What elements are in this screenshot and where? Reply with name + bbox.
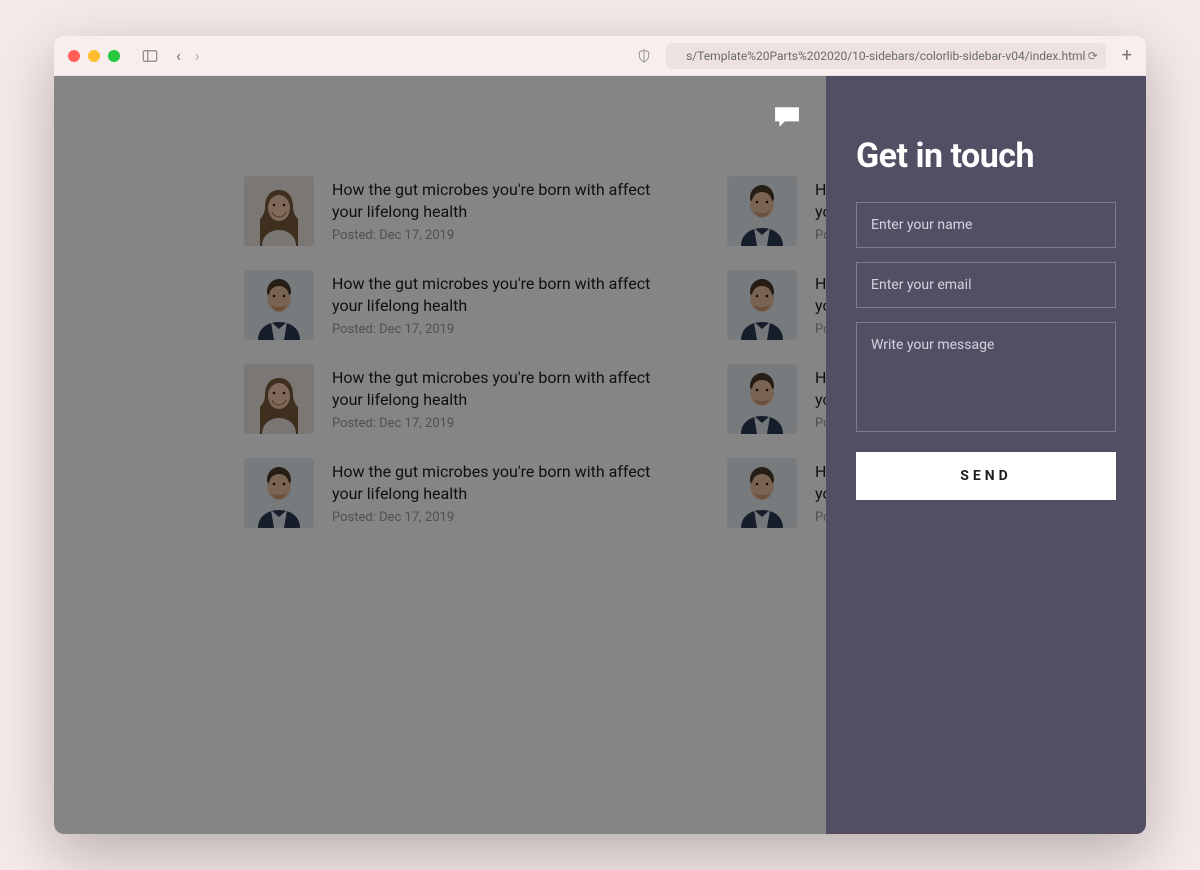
chat-icon	[774, 106, 800, 128]
send-button[interactable]: SEND	[856, 452, 1116, 500]
titlebar: ‹ › s/Template%20Parts%202020/10-sidebar…	[54, 36, 1146, 76]
forward-button[interactable]: ›	[195, 46, 200, 65]
nav-buttons: ‹ ›	[176, 46, 200, 65]
contact-sidebar: Get in touch SEND	[826, 76, 1146, 834]
back-button[interactable]: ‹	[176, 46, 181, 65]
sidebar-toggle-icon[interactable]	[138, 44, 162, 68]
chat-toggle-button[interactable]	[774, 106, 800, 128]
url-text: s/Template%20Parts%202020/10-sidebars/co…	[686, 49, 1085, 63]
shield-icon[interactable]	[632, 44, 656, 68]
message-input[interactable]	[856, 322, 1116, 432]
name-input[interactable]	[856, 202, 1116, 248]
reload-icon[interactable]: ⟳	[1088, 49, 1098, 63]
window-controls	[68, 50, 120, 62]
new-tab-button[interactable]: +	[1122, 45, 1132, 66]
browser-window: ‹ › s/Template%20Parts%202020/10-sidebar…	[54, 36, 1146, 834]
address-wrap: s/Template%20Parts%202020/10-sidebars/co…	[632, 43, 1132, 69]
viewport: How the gut microbes you're born with af…	[54, 76, 1146, 834]
email-input[interactable]	[856, 262, 1116, 308]
close-window-button[interactable]	[68, 50, 80, 62]
maximize-window-button[interactable]	[108, 50, 120, 62]
address-bar[interactable]: s/Template%20Parts%202020/10-sidebars/co…	[666, 43, 1106, 69]
sidebar-title: Get in touch	[856, 136, 1116, 176]
minimize-window-button[interactable]	[88, 50, 100, 62]
